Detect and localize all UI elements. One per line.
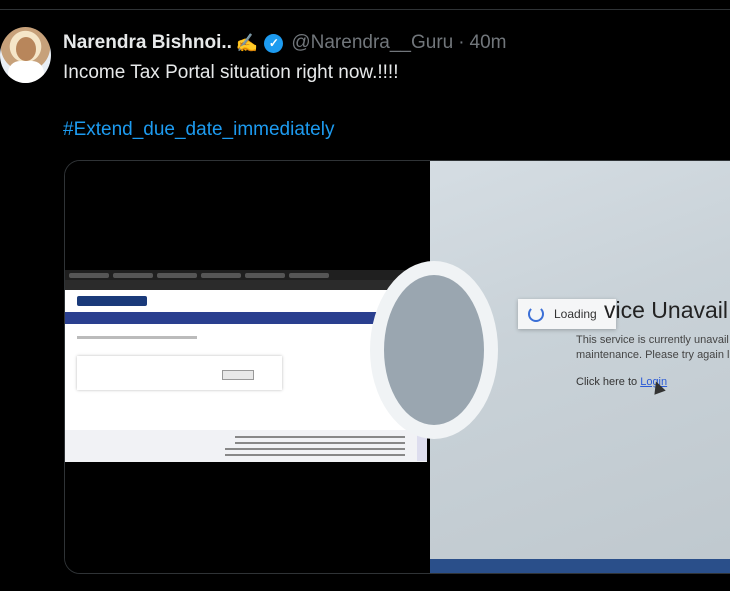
loading-popup: Loading: [518, 299, 616, 329]
tweet-text: Income Tax Portal situation right now.!!…: [63, 62, 399, 83]
portal-login-card: [77, 356, 282, 390]
portal-footer: [65, 430, 427, 462]
service-message-line-1: This service is currently unavail la: [576, 334, 730, 346]
separator-dot: ·: [458, 32, 465, 53]
writing-hand-emoji: ✍️: [235, 32, 259, 53]
avatar-shirt: [8, 61, 44, 83]
avatar-face: [16, 37, 36, 61]
portal-header: [65, 290, 427, 312]
browser-url-bar: [65, 280, 427, 290]
tweet-timestamp[interactable]: 40m: [470, 32, 507, 54]
verified-badge-icon[interactable]: ✓: [264, 33, 284, 53]
portal-breadcrumb: [77, 336, 197, 339]
portal-logo: [77, 296, 147, 306]
taskbar-strip: [430, 559, 730, 573]
tweet-header: Narendra Bishnoi.. ✍️ ✓ @Narendra__Guru …: [63, 31, 507, 55]
divider: [0, 9, 730, 10]
avatar[interactable]: [0, 27, 51, 83]
media-right-photo: Loading vice Unavail This service is cur…: [370, 161, 730, 573]
service-message-line-2: maintenance. Please try again la: [576, 349, 730, 361]
loading-label: Loading: [554, 307, 597, 321]
tweet-media[interactable]: Loading vice Unavail This service is cur…: [64, 160, 730, 574]
portal-button: [222, 370, 254, 380]
browser-tabs: [65, 270, 427, 280]
login-link-prefix: Click here to: [576, 376, 641, 388]
service-unavailable-title: vice Unavail: [604, 297, 728, 323]
loading-spinner-icon: [528, 306, 544, 322]
author-handle[interactable]: @Narendra__Guru: [291, 32, 453, 54]
author-name[interactable]: Narendra Bishnoi..: [63, 32, 232, 54]
decorative-ring: [370, 261, 498, 439]
hashtag-link[interactable]: #Extend_due_date_immediately: [63, 119, 334, 141]
